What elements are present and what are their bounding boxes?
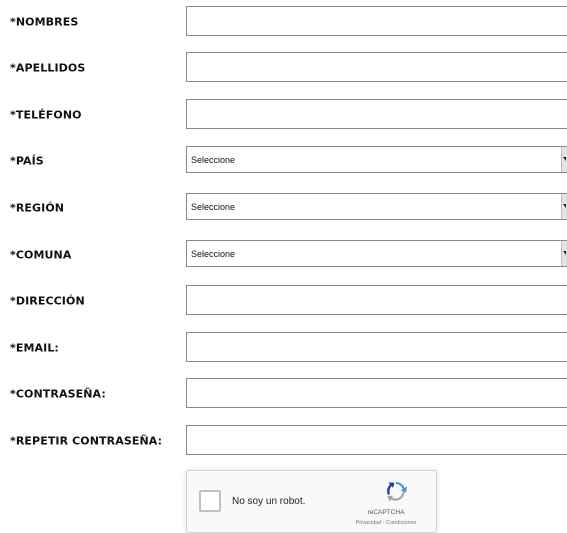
recaptcha-widget: No soy un robot. reCAPTCHA Privacidad - … (186, 470, 437, 533)
direccion-input[interactable] (186, 285, 567, 315)
recaptcha-logo-icon (387, 482, 407, 502)
nombres-input[interactable] (186, 6, 567, 36)
recaptcha-brand: reCAPTCHA (367, 509, 405, 516)
comuna-label: *COMUNA (10, 248, 72, 262)
pais-selected-value: Seleccione (191, 154, 236, 165)
contrasena-input[interactable] (186, 378, 567, 408)
apellidos-label: *APELLIDOS (10, 61, 86, 75)
row-contrasena: *CONTRASEÑA: (0, 377, 567, 411)
repetir-contrasena-input[interactable] (186, 425, 567, 455)
direccion-label: *DIRECCIÓN (10, 294, 85, 308)
dropdown-arrow-icon[interactable] (561, 147, 567, 172)
row-direccion: *DIRECCIÓN (0, 284, 567, 318)
repetir-contrasena-label: *REPETIR CONTRASEÑA: (10, 434, 163, 448)
region-selected-value: Seleccione (191, 201, 236, 212)
row-email: *EMAIL: (0, 331, 567, 365)
telefono-input[interactable] (186, 99, 567, 129)
row-comuna: *COMUNA Seleccione (0, 238, 567, 272)
pais-select[interactable]: Seleccione (186, 146, 567, 173)
registration-form: *NOMBRES *APELLIDOS *TELÉFONO *PAÍS Sele… (0, 0, 567, 533)
row-region: *REGIÓN Seleccione (0, 191, 567, 225)
email-input[interactable] (186, 332, 567, 362)
nombres-label: *NOMBRES (10, 15, 79, 29)
comuna-selected-value: Seleccione (191, 248, 236, 259)
contrasena-label: *CONTRASEÑA: (10, 387, 106, 401)
row-nombres: *NOMBRES (0, 5, 567, 39)
pais-label: *PAÍS (10, 154, 44, 168)
telefono-label: *TELÉFONO (10, 108, 82, 122)
region-select[interactable]: Seleccione (186, 193, 567, 220)
apellidos-input[interactable] (186, 52, 567, 82)
row-pais: *PAÍS Seleccione (0, 144, 567, 178)
region-label: *REGIÓN (10, 201, 65, 215)
email-label: *EMAIL: (10, 341, 59, 355)
recaptcha-terms-link[interactable]: Privacidad - Condiciones (344, 520, 428, 526)
comuna-select[interactable]: Seleccione (186, 240, 567, 267)
dropdown-arrow-icon[interactable] (561, 194, 567, 219)
dropdown-arrow-icon[interactable] (561, 241, 567, 266)
row-apellidos: *APELLIDOS (0, 51, 567, 85)
captcha-checkbox[interactable] (199, 490, 221, 512)
row-repetir-contrasena: *REPETIR CONTRASEÑA: (0, 424, 567, 458)
captcha-label: No soy un robot. (232, 496, 306, 507)
row-telefono: *TELÉFONO (0, 98, 567, 132)
